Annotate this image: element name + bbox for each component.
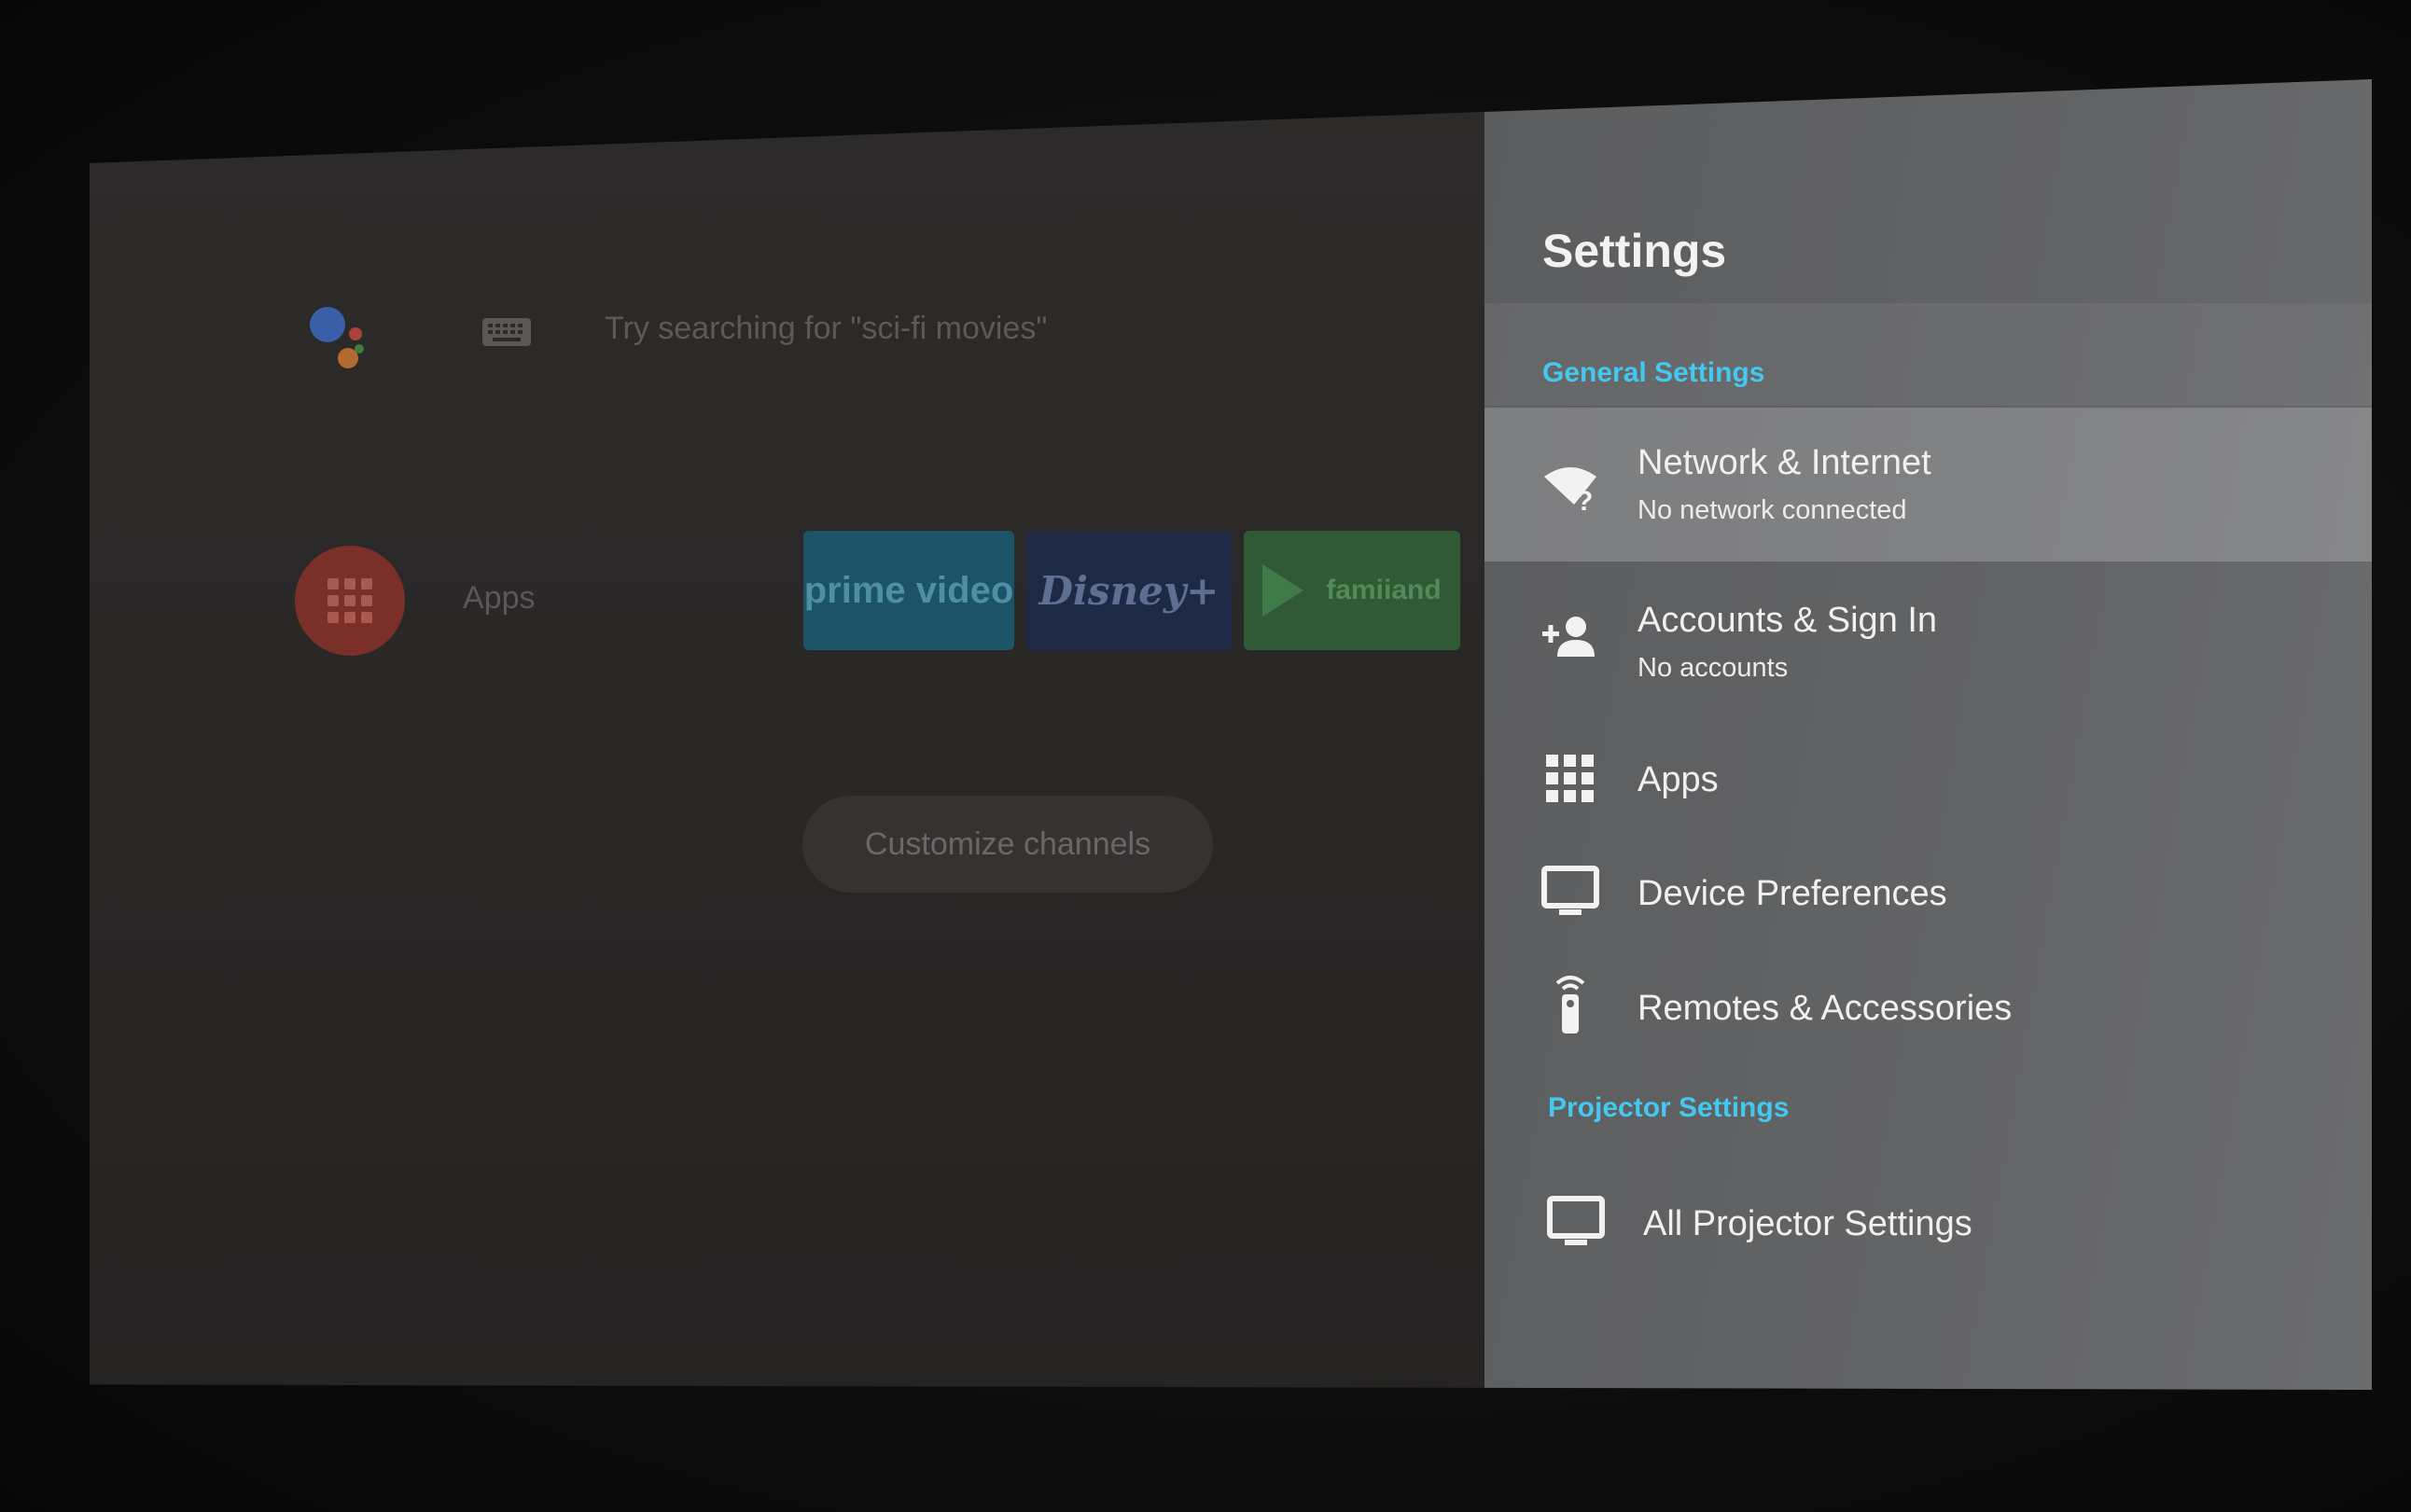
settings-item-network[interactable]: ? Network & Internet No network connecte… — [1484, 408, 2372, 562]
settings-panel: Settings General Settings ? Network & In… — [1484, 79, 2372, 1390]
item-title: Network & Internet — [1638, 443, 1931, 482]
item-subtitle: No accounts — [1638, 653, 1789, 683]
panel-title: Settings — [1542, 225, 1727, 277]
remote-icon — [1540, 970, 1600, 1033]
apps-grid-icon — [1540, 749, 1600, 809]
settings-item-accounts[interactable]: Accounts & Sign In No accounts — [1484, 562, 2372, 711]
customize-channels-button[interactable]: Customize channels — [802, 796, 1213, 893]
monitor-icon — [1546, 1191, 1606, 1251]
settings-item-all-projector-settings[interactable]: All Projector Settings — [1484, 1161, 2372, 1283]
svg-text:?: ? — [1576, 486, 1593, 516]
play-icon — [1262, 564, 1304, 617]
channel-famiiand[interactable]: famiiand — [1244, 531, 1460, 650]
channel-name: famiiand — [1326, 575, 1442, 605]
item-title: Accounts & Sign In — [1638, 601, 1938, 640]
search-hint[interactable]: Try searching for "sci-fi movies" — [605, 311, 1047, 347]
apps-label: Apps — [463, 580, 536, 616]
apps-button[interactable] — [295, 546, 405, 656]
monitor-icon — [1540, 861, 1600, 921]
projector-settings-header: Projector Settings — [1548, 1092, 1790, 1123]
settings-item-remotes[interactable]: Remotes & Accessories — [1484, 951, 2372, 1063]
settings-item-apps[interactable]: Apps — [1484, 723, 2372, 835]
settings-item-device-preferences[interactable]: Device Preferences — [1484, 837, 2372, 949]
channel-name: prime video — [803, 569, 1014, 611]
item-title: Device Preferences — [1638, 874, 1947, 913]
general-settings-header: General Settings — [1542, 357, 1765, 388]
wifi-question-icon: ? — [1540, 456, 1600, 516]
section-band — [1484, 303, 2372, 406]
item-title: All Projector Settings — [1643, 1204, 1972, 1243]
home-screen: Try searching for "sci-fi movies" Apps p… — [90, 79, 1484, 1390]
add-person-icon — [1540, 608, 1600, 668]
channel-prime-video[interactable]: prime video — [803, 531, 1014, 650]
item-title: Apps — [1638, 760, 1719, 799]
channel-disney-plus[interactable]: Disney+ — [1026, 531, 1232, 650]
projected-screen: Try searching for "sci-fi movies" Apps p… — [90, 79, 2372, 1390]
channel-name: Disney+ — [1038, 567, 1219, 614]
apps-grid-icon — [328, 578, 372, 623]
google-assistant-icon[interactable] — [310, 307, 384, 381]
item-subtitle: No network connected — [1638, 495, 1907, 525]
item-title: Remotes & Accessories — [1638, 989, 2013, 1028]
keyboard-icon[interactable] — [481, 317, 532, 347]
